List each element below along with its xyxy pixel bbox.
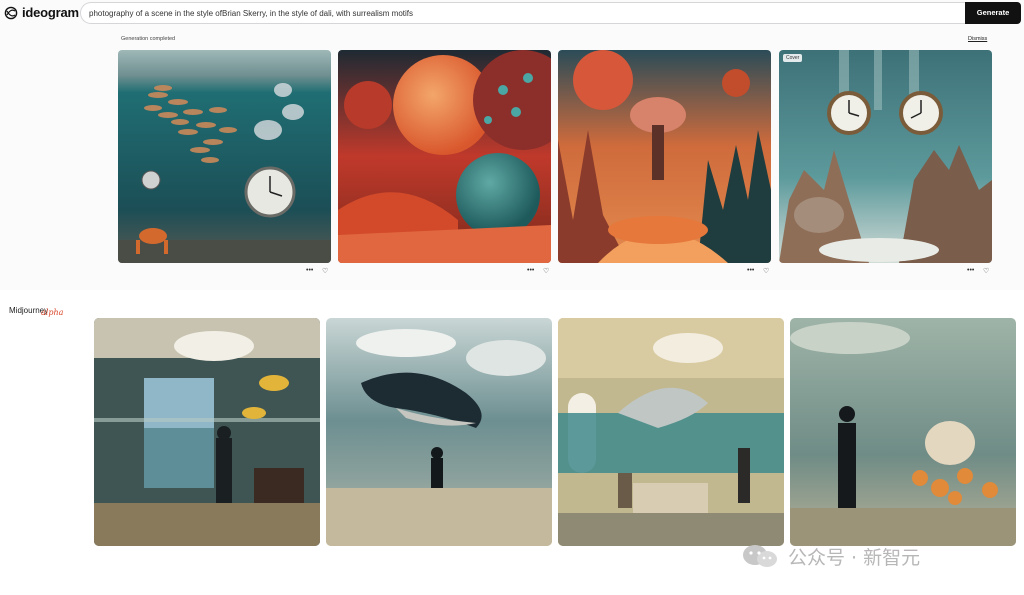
like-icon[interactable]: ♡ [983, 267, 989, 275]
ideogram-result-image-3[interactable] [558, 50, 771, 263]
ideogram-result-image-2[interactable] [338, 50, 551, 263]
wechat-watermark: 公众号 · 新智元 [740, 543, 920, 570]
like-icon[interactable]: ♡ [322, 267, 328, 275]
midjourney-image-4[interactable] [790, 318, 1016, 546]
ideogram-result-image-4[interactable]: Cover [779, 50, 992, 263]
midjourney-image-1[interactable] [94, 318, 320, 546]
cover-badge: Cover [783, 54, 803, 62]
generate-button[interactable]: Generate [965, 2, 1021, 24]
midjourney-logo: Midjourney alpha [9, 300, 63, 318]
ideogram-logo-text: ideogram [22, 5, 79, 20]
wechat-icon [743, 544, 777, 567]
watermark-text: 公众号 · 新智元 [788, 547, 921, 569]
page: ideogram photography of a scene in the s… [0, 0, 1024, 595]
ideogram-result-image-1[interactable] [118, 50, 331, 263]
like-icon[interactable]: ♡ [763, 267, 769, 275]
more-options-icon[interactable]: ••• [527, 267, 534, 274]
more-options-icon[interactable]: ••• [747, 267, 754, 274]
midjourney-alpha-tag: alpha [41, 308, 64, 317]
more-options-icon[interactable]: ••• [306, 267, 313, 274]
midjourney-image-2[interactable] [326, 318, 552, 546]
ideogram-logo-icon [4, 6, 18, 19]
ideogram-logo[interactable]: ideogram [4, 5, 79, 20]
like-icon[interactable]: ♡ [543, 267, 549, 275]
more-options-icon[interactable]: ••• [967, 267, 974, 274]
prompt-input[interactable]: photography of a scene in the style ofBr… [80, 2, 966, 24]
dismiss-link[interactable]: Dismiss [968, 36, 987, 42]
midjourney-image-3[interactable] [558, 318, 784, 546]
generation-status: Generation completed [121, 36, 176, 42]
